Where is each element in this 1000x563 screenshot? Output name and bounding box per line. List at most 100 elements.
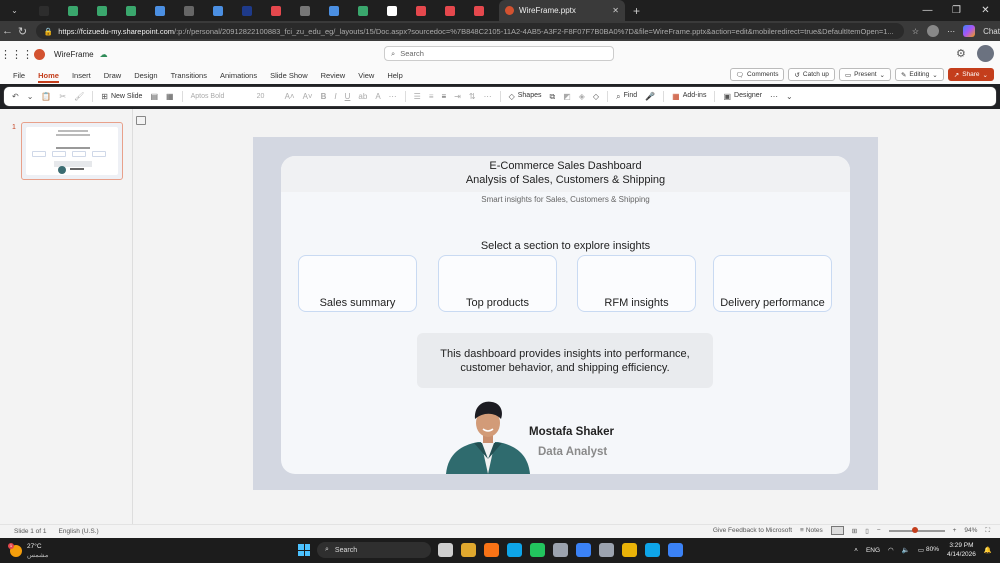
browser-tab[interactable] (406, 0, 435, 21)
document-name[interactable]: WireFrame (54, 50, 94, 59)
tab-view[interactable]: View (358, 71, 374, 80)
copilot-icon[interactable] (963, 25, 976, 37)
profile-avatar[interactable] (927, 25, 940, 37)
paste-icon[interactable]: 📋 (41, 92, 51, 101)
add-ins-button[interactable]: ▦ Add-ins (672, 92, 706, 101)
browser-tab[interactable] (377, 0, 406, 21)
person-name[interactable]: Mostafa Shaker (529, 426, 614, 438)
tab-design[interactable]: Design (134, 71, 157, 80)
browser-tab[interactable] (435, 0, 464, 21)
browser-tab[interactable] (58, 0, 87, 21)
tab-draw[interactable]: Draw (104, 71, 122, 80)
fit-to-window-icon[interactable]: ⛶ (985, 527, 990, 535)
bullets-icon[interactable]: ☰ (414, 92, 421, 101)
section-rfm-insights[interactable]: RFM insights (577, 255, 696, 312)
browser-tab[interactable] (464, 0, 493, 21)
layout-icon[interactable]: ▤ (150, 92, 158, 101)
shape-fill-icon[interactable]: ◈ (579, 92, 585, 101)
browser-tab[interactable] (203, 0, 232, 21)
search-input[interactable]: ⌕ Search (384, 46, 614, 61)
browser-tab[interactable] (232, 0, 261, 21)
volume-icon[interactable]: 🔈 (902, 546, 910, 554)
find-button[interactable]: ⌕ Find (616, 92, 637, 102)
close-tab-icon[interactable]: ✕ (612, 6, 619, 15)
increase-font-icon[interactable]: A˄ (285, 92, 295, 101)
tab-home[interactable]: Home (38, 71, 59, 83)
wifi-icon[interactable]: ◠ (888, 546, 894, 554)
zoom-level[interactable]: 94% (964, 527, 977, 534)
slide-title-line1[interactable]: E-Commerce Sales Dashboard (281, 160, 850, 172)
slide-canvas[interactable]: E-Commerce Sales Dashboard Analysis of S… (253, 137, 878, 490)
dictate-microphone-icon[interactable]: 🎤 (645, 92, 655, 101)
maximize-button[interactable]: ❐ (942, 5, 971, 16)
cut-icon[interactable]: ✂ (59, 92, 66, 101)
tab-transitions[interactable]: Transitions (171, 71, 207, 80)
person-role[interactable]: Data Analyst (538, 446, 607, 458)
present-button[interactable]: ▭ Present ⌄ (838, 68, 891, 81)
font-name-field[interactable]: Aptos Bold (191, 93, 249, 100)
slide-title-line2[interactable]: Analysis of Sales, Customers & Shipping (281, 174, 850, 186)
zoom-slider-knob[interactable] (911, 527, 918, 533)
taskbar-app-icon[interactable] (461, 543, 476, 557)
reading-view-icon[interactable]: ▯ (865, 527, 869, 535)
bold-icon[interactable]: B (321, 92, 327, 101)
battery-icon[interactable]: ▭ 80% (918, 546, 939, 554)
taskbar-app-icon[interactable] (507, 543, 522, 557)
feedback-link[interactable]: Give Feedback to Microsoft (713, 527, 792, 534)
menu-dots-icon[interactable]: ⋯ (947, 27, 955, 36)
browser-tab[interactable] (290, 0, 319, 21)
section-sales-summary[interactable]: Sales summary (298, 255, 417, 312)
active-browser-tab[interactable]: WireFrame.pptx ✕ (499, 0, 625, 21)
italic-icon[interactable]: I (334, 92, 336, 101)
taskbar-app-icon[interactable] (622, 543, 637, 557)
profile-photo[interactable] (444, 397, 532, 474)
taskbar-app-icon[interactable] (599, 543, 614, 557)
taskbar-app-icon[interactable] (576, 543, 591, 557)
highlight-icon[interactable]: ab (358, 92, 367, 101)
chevron-up-icon[interactable]: ˄ (854, 547, 858, 554)
tab-animations[interactable]: Animations (220, 71, 257, 80)
shapes-button[interactable]: ◇ Shapes (509, 92, 542, 101)
app-launcher-icon[interactable]: ⋮⋮⋮ (0, 48, 33, 61)
browser-tab[interactable] (348, 0, 377, 21)
taskbar-app-icon[interactable] (530, 543, 545, 557)
url-field[interactable]: 🔒 https://fcizuedu-my.sharepoint.com /:p… (35, 23, 904, 39)
more-options-icon[interactable]: ⋯ (770, 92, 778, 101)
chat-label[interactable]: Chat (983, 27, 1000, 36)
normal-view-icon[interactable] (830, 526, 844, 535)
more-font-icon[interactable]: ⋯ (389, 92, 397, 101)
browser-tab[interactable] (116, 0, 145, 21)
new-tab-button[interactable]: + (633, 4, 640, 18)
minimize-button[interactable]: — (913, 5, 942, 16)
section-top-products[interactable]: Top products (438, 255, 557, 312)
slide-sorter-icon[interactable]: ⊞ (852, 527, 857, 535)
tab-review[interactable]: Review (321, 71, 346, 80)
numbering-icon[interactable]: ≡ (429, 92, 434, 101)
indent-icon[interactable]: ⇥ (454, 92, 461, 101)
user-avatar[interactable] (977, 45, 994, 62)
close-window-button[interactable]: ✕ (971, 5, 1000, 16)
align-icon[interactable]: ≡ (442, 92, 447, 101)
settings-gear-icon[interactable]: ⚙ (956, 47, 966, 60)
description-box[interactable]: This dashboard provides insights into pe… (417, 333, 713, 388)
more-paragraph-icon[interactable]: ⋯ (484, 92, 492, 101)
chevron-down-icon[interactable]: ⌄ (27, 92, 34, 101)
browser-tab[interactable] (29, 0, 58, 21)
notes-button[interactable]: ≡ Notes (800, 527, 823, 534)
comments-button[interactable]: 🗨 Comments (729, 68, 785, 81)
taskbar-app-icon[interactable] (645, 543, 660, 557)
browser-tab[interactable] (174, 0, 203, 21)
tab-file[interactable]: File (13, 71, 25, 80)
tab-help[interactable]: Help (387, 71, 402, 80)
designer-button[interactable]: ▣ Designer (723, 92, 762, 101)
clock[interactable]: 3:29 PM 4/14/2026 (947, 541, 976, 559)
start-button[interactable] (298, 544, 310, 556)
refresh-icon[interactable]: ↻ (15, 25, 30, 38)
slide-thumbnail[interactable] (21, 122, 123, 180)
browser-tab[interactable] (87, 0, 116, 21)
underline-icon[interactable]: U (345, 92, 351, 101)
zoom-in-icon[interactable]: + (953, 527, 957, 534)
quick-styles-icon[interactable]: ◩ (563, 92, 571, 101)
bookmark-star-icon[interactable]: ☆ (912, 27, 919, 36)
taskbar-app-icon[interactable] (484, 543, 499, 557)
